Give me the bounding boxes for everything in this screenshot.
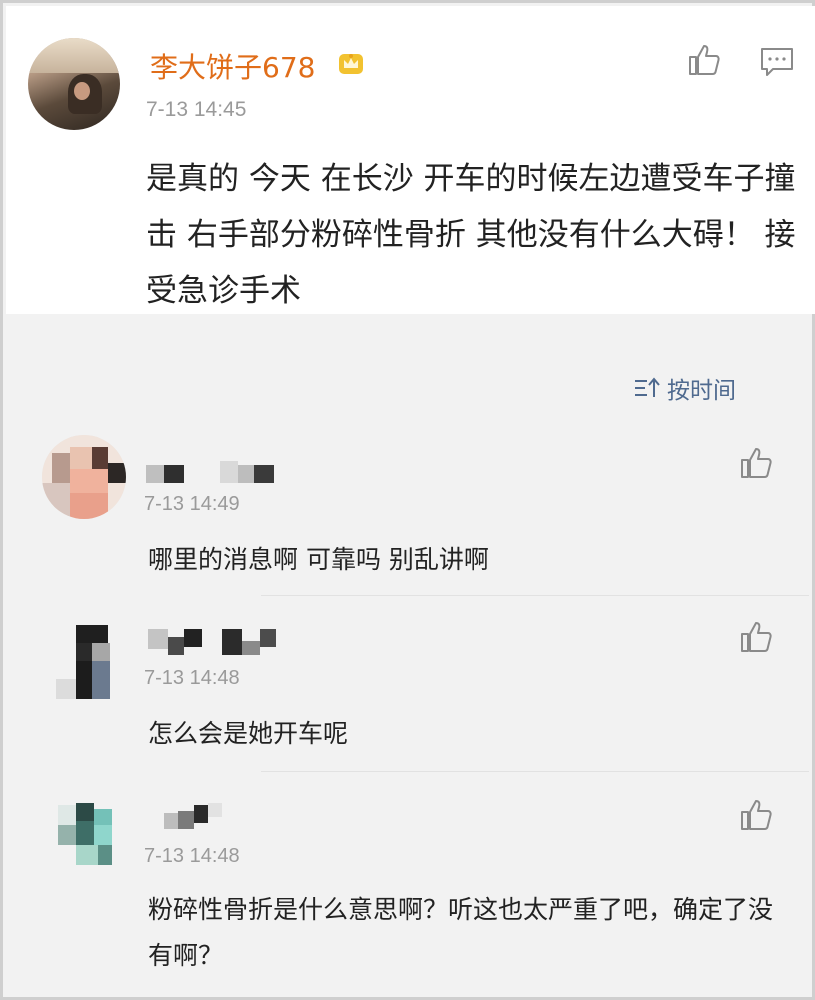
comment-text: 哪里的消息啊 可靠吗 别乱讲啊	[148, 545, 489, 574]
avatar[interactable]	[56, 801, 140, 885]
comment-text: 怎么会是她开车呢	[148, 719, 349, 748]
like-icon[interactable]	[738, 797, 774, 833]
post-body: 是真的 今天 在长沙 开车的时候左边遭受车子撞击 右手部分粉碎性骨折 其他没有什…	[146, 161, 796, 309]
avatar[interactable]	[42, 435, 126, 519]
comment-username[interactable]	[148, 623, 278, 657]
comment-username[interactable]	[146, 461, 276, 485]
avatar[interactable]	[56, 617, 140, 701]
post-time: 7-13 14:45	[146, 98, 247, 121]
sort-icon	[635, 377, 660, 397]
comment-time: 7-13 14:48	[144, 845, 240, 867]
like-icon[interactable]	[738, 445, 774, 481]
divider	[261, 595, 809, 596]
divider	[261, 771, 809, 772]
comment-time: 7-13 14:48	[144, 667, 240, 689]
sort-label: 按时间	[667, 378, 736, 404]
avatar[interactable]	[28, 38, 120, 130]
screenshot-frame: 李大饼子678 7-13 14:45 是真的 今天 在长沙 开车的时候左边遭受车…	[0, 0, 815, 1000]
sort-by-time-button[interactable]: 按时间	[633, 371, 736, 405]
comment-icon[interactable]	[759, 44, 795, 80]
comment-time: 7-13 14:49	[144, 493, 240, 515]
crown-icon	[339, 54, 363, 74]
like-icon[interactable]	[686, 42, 722, 78]
comment-text: 粉碎性骨折是什么意思啊？听这也太严重了吧，确定了没有啊？	[148, 895, 774, 970]
like-icon[interactable]	[738, 619, 774, 655]
comment-username[interactable]	[164, 801, 224, 831]
post-username[interactable]: 李大饼子678	[150, 46, 315, 86]
main-post: 李大饼子678 7-13 14:45 是真的 今天 在长沙 开车的时候左边遭受车…	[6, 6, 815, 314]
